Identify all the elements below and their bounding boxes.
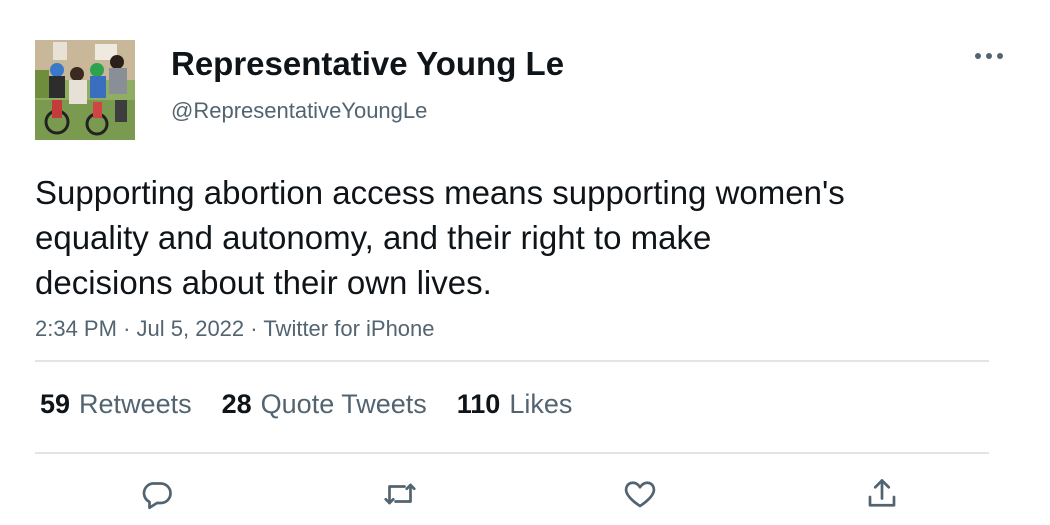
heart-icon: [624, 481, 656, 508]
quote-tweets-stat[interactable]: 28 Quote Tweets: [222, 386, 427, 422]
retweets-label: Retweets: [79, 389, 192, 419]
author-name[interactable]: Representative Young Le: [171, 44, 564, 84]
avatar[interactable]: [35, 40, 135, 140]
tweet-date[interactable]: Jul 5, 2022: [137, 316, 245, 341]
likes-stat[interactable]: 110 Likes: [457, 386, 573, 422]
meta-separator: ·: [123, 316, 131, 341]
reply-icon: [142, 482, 172, 510]
tweet-text: Supporting abortion access means support…: [35, 174, 845, 301]
author-handle[interactable]: @RepresentativeYoungLe: [171, 96, 427, 126]
reply-button[interactable]: [137, 474, 177, 514]
more-options-button[interactable]: [970, 42, 1008, 70]
likes-label: Likes: [509, 389, 573, 419]
tweet-meta: 2:34 PM · Jul 5, 2022 · Twitter for iPho…: [35, 314, 435, 344]
retweet-icon: [384, 483, 416, 505]
retweet-button[interactable]: [380, 474, 420, 514]
tweet-stats: 59 Retweets 28 Quote Tweets 110 Likes: [40, 386, 572, 422]
tweet-time[interactable]: 2:34 PM: [35, 316, 117, 341]
like-button[interactable]: [620, 474, 660, 514]
tweet-actions: [0, 474, 1050, 514]
divider: [35, 452, 989, 454]
tweet-card: Representative Young Le @RepresentativeY…: [0, 0, 1050, 525]
quotes-count: 28: [221, 389, 252, 419]
retweets-count: 59: [40, 389, 71, 419]
meta-separator: ·: [250, 316, 258, 341]
quotes-label: Quote Tweets: [260, 389, 427, 419]
more-horizontal-icon: [975, 53, 1003, 59]
share-icon: [868, 479, 896, 507]
tweet-source[interactable]: Twitter for iPhone: [263, 316, 434, 341]
share-button[interactable]: [862, 474, 902, 514]
retweets-stat[interactable]: 59 Retweets: [40, 386, 192, 422]
likes-count: 110: [456, 389, 501, 419]
family-photo-avatar-icon: [35, 40, 135, 140]
divider: [35, 360, 989, 362]
